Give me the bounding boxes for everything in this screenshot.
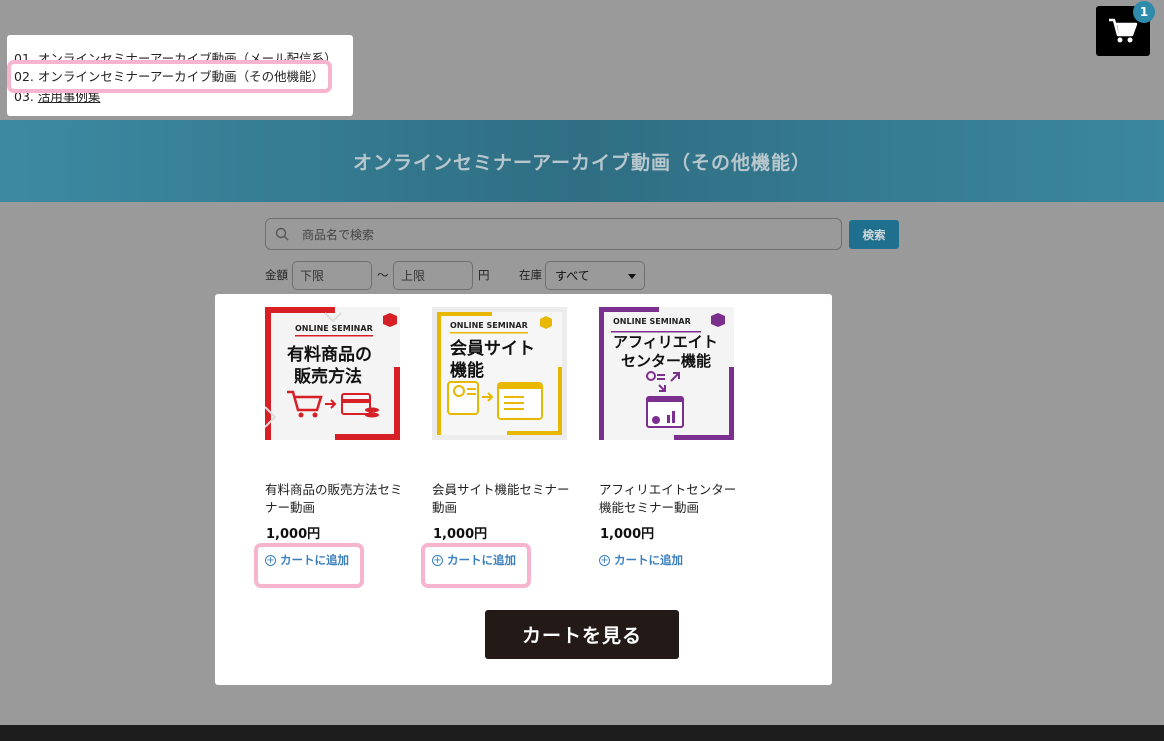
thumbnail-title: 会員サイト 機能 (450, 338, 535, 382)
plus-circle-icon: + (265, 554, 276, 566)
category-item-number: 02. (14, 69, 34, 84)
product-name[interactable]: 会員サイト機能セミナー動画 (432, 481, 572, 517)
caret-down-icon (628, 274, 636, 279)
price-max-input[interactable]: 上限 (393, 261, 473, 290)
thumbnail-title-line: センター機能 (621, 352, 712, 370)
product-thumbnail[interactable]: ONLINE SEMINAR 有料商品の 販売方法 (265, 307, 400, 440)
thumbnail-title: アフィリエイト センター機能 (613, 333, 718, 371)
product-name[interactable]: 有料商品の販売方法セミナー動画 (265, 481, 405, 517)
page-title: オンラインセミナーアーカイブ動画（その他機能） (352, 151, 812, 174)
thumbnail-title: 有料商品の 販売方法 (287, 344, 372, 388)
product-price: 1,000円 (266, 527, 321, 542)
stock-select[interactable]: すべて (545, 261, 645, 290)
product-thumbnail[interactable]: ONLINE SEMINAR 会員サイト 機能 (432, 307, 567, 440)
thumbnail-tag: ONLINE SEMINAR (613, 317, 691, 326)
plus-circle-icon: + (432, 554, 443, 566)
currency-label: 円 (478, 268, 490, 282)
stock-label: 在庫 (519, 268, 542, 282)
search-field[interactable] (265, 218, 842, 250)
cart-count-badge: 1 (1133, 1, 1155, 23)
view-cart-button[interactable]: カートを見る (485, 610, 679, 659)
price-label: 金額 (265, 268, 288, 282)
product-card: ONLINE SEMINAR アフィリエイト センター機能 アフィリエイトセンタ… (599, 307, 736, 567)
search-input[interactable] (302, 225, 822, 245)
plus-circle-icon: + (599, 554, 610, 566)
thumbnail-title-line: 会員サイト (450, 339, 535, 359)
product-price: 1,000円 (600, 527, 655, 542)
product-card: ONLINE SEMINAR 有料商品の 販売方法 有料商品の販売方法セミナー動… (254, 307, 403, 588)
stock-select-value: すべて (555, 269, 590, 283)
thumbnail-tag: ONLINE SEMINAR (450, 321, 528, 330)
product-thumbnail[interactable]: ONLINE SEMINAR アフィリエイト センター機能 (599, 307, 734, 440)
thumbnail-title-line: アフィリエイト (613, 333, 718, 351)
product-image (599, 307, 734, 440)
category-item-other[interactable]: 02. オンラインセミナーアーカイブ動画（その他機能） (14, 66, 324, 85)
add-to-cart-button[interactable]: + カートに追加 (432, 552, 516, 568)
add-to-cart-button[interactable]: + カートに追加 (599, 552, 683, 568)
category-item-label: オンラインセミナーアーカイブ動画（その他機能） (37, 69, 325, 84)
added-to-cart-modal: ONLINE SEMINAR 有料商品の 販売方法 有料商品の販売方法セミナー動… (215, 294, 832, 685)
cart-icon (1109, 18, 1138, 43)
thumbnail-title-line: 販売方法 (294, 367, 362, 387)
thumbnail-tag: ONLINE SEMINAR (295, 324, 373, 333)
add-to-cart-button[interactable]: + カートに追加 (265, 552, 349, 568)
search-icon (275, 227, 289, 241)
price-min-input[interactable]: 下限 (292, 261, 372, 290)
thumbnail-title-line: 有料商品の (287, 345, 372, 365)
footer (0, 725, 1164, 741)
add-to-cart-label: カートに追加 (447, 553, 516, 567)
page-banner: オンラインセミナーアーカイブ動画（その他機能） (0, 120, 1164, 202)
add-to-cart-label: カートに追加 (614, 553, 683, 567)
add-to-cart-label: カートに追加 (280, 553, 349, 567)
product-price: 1,000円 (433, 527, 488, 542)
search-button[interactable]: 検索 (849, 220, 899, 249)
product-card: ONLINE SEMINAR 会員サイト 機能 会員サイト機能セミナー動画 1,… (421, 307, 570, 588)
product-name[interactable]: アフィリエイトセンター機能セミナー動画 (599, 481, 739, 517)
thumbnail-title-line: 機能 (450, 361, 484, 381)
price-range-separator: ～ (377, 268, 389, 282)
